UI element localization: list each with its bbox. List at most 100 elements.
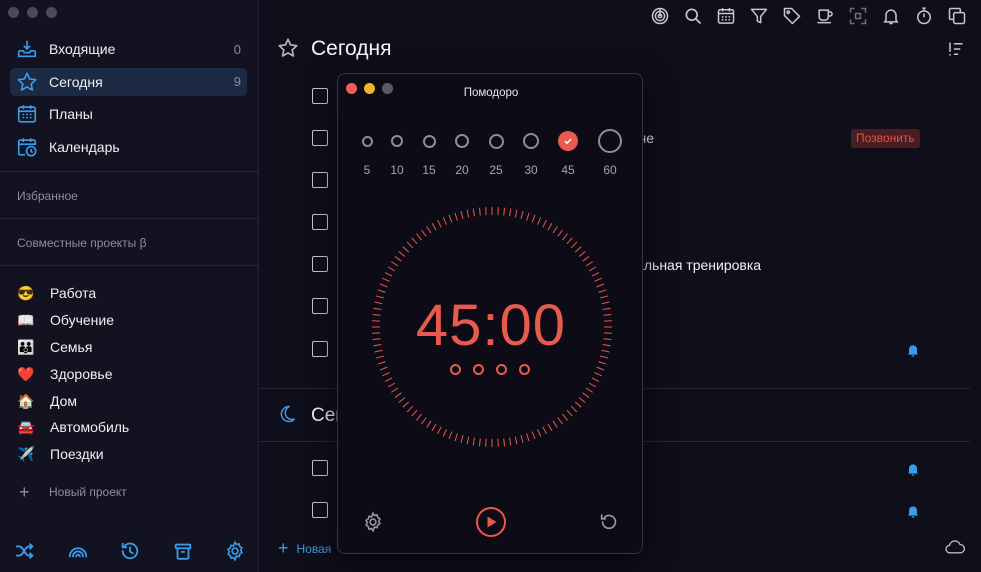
history-icon[interactable] <box>119 540 141 562</box>
dial-tick <box>547 423 553 432</box>
project-item-car[interactable]: 🚘 Автомобиль <box>17 414 129 441</box>
dial-tick <box>594 372 602 377</box>
broadcast-icon[interactable] <box>67 540 89 562</box>
dial-tick <box>570 405 578 413</box>
project-item-family[interactable]: 👪 Семья <box>17 334 129 361</box>
window-controls <box>8 7 57 18</box>
house-emoji-icon: 🏠 <box>17 392 35 409</box>
pomodoro-window: Помодоро 5 10 15 20 25 30 45 60 45:00 <box>337 73 643 554</box>
duration-option[interactable]: 5 <box>352 129 382 177</box>
family-emoji-icon: 👪 <box>17 338 35 355</box>
reminder-bell-icon <box>908 464 918 476</box>
sidebar-item-today[interactable]: Сегодня 9 <box>10 67 247 96</box>
duration-label: 45 <box>561 163 575 177</box>
minimize-window-button[interactable] <box>27 7 38 18</box>
coffee-icon[interactable] <box>815 6 835 26</box>
trash-icon[interactable] <box>172 540 194 562</box>
duration-option[interactable]: 25 <box>481 129 511 177</box>
dial-tick <box>466 209 470 218</box>
task-checkbox[interactable] <box>312 502 328 518</box>
duration-circle <box>523 133 539 149</box>
bell-icon[interactable] <box>881 6 901 26</box>
task-checkbox[interactable] <box>312 460 328 476</box>
project-item-home[interactable]: 🏠 Дом <box>17 387 129 414</box>
dial-tick <box>582 392 590 398</box>
sidebar-item-inbox[interactable]: Входящие 0 <box>10 35 247 63</box>
sidebar-item-label: Календарь <box>49 138 120 155</box>
task-checkbox[interactable] <box>312 341 328 357</box>
sidebar-item-plans[interactable]: Планы <box>10 100 247 128</box>
duration-circle <box>391 135 403 147</box>
project-item-travel[interactable]: ✈️ Поездки <box>17 441 129 468</box>
new-project-label: Новый проект <box>49 485 127 499</box>
settings-gear-icon[interactable] <box>362 511 384 533</box>
task-checkbox[interactable] <box>312 298 328 314</box>
sidebar-item-label: Входящие <box>49 41 116 57</box>
radar-icon[interactable] <box>650 6 670 26</box>
dial-tick <box>509 208 512 217</box>
sidebar-item-count: 0 <box>233 41 241 57</box>
calendar-icon[interactable] <box>716 6 736 26</box>
cloud-sync-icon[interactable] <box>945 539 965 555</box>
project-label: Работа <box>50 285 97 302</box>
sidebar: Входящие 0 Сегодня 9 Планы Календарь Изб… <box>0 0 259 572</box>
task-tag[interactable]: Позвонить <box>851 129 920 148</box>
round-indicator <box>450 364 461 375</box>
new-project-button[interactable]: + Новый проект <box>19 483 127 501</box>
reset-icon[interactable] <box>598 511 620 533</box>
dial-tick <box>585 261 593 267</box>
dial-tick <box>431 222 437 231</box>
project-item-work[interactable]: 😎 Работа <box>17 280 129 307</box>
task-checkbox[interactable] <box>312 214 328 230</box>
duration-option[interactable]: 20 <box>447 129 477 177</box>
search-icon[interactable] <box>683 6 703 26</box>
dial-tick <box>406 241 414 249</box>
stopwatch-icon[interactable] <box>914 6 934 26</box>
dial-tick <box>384 272 393 277</box>
duration-option-selected[interactable]: 45 <box>553 129 583 177</box>
project-label: Семья <box>50 338 93 355</box>
dial-tick <box>391 261 399 267</box>
dial-tick <box>478 438 481 447</box>
dial-tick <box>454 212 458 221</box>
duration-option[interactable]: 10 <box>382 129 412 177</box>
gear-icon[interactable] <box>224 540 246 562</box>
zoom-window-button[interactable] <box>46 7 57 18</box>
play-icon[interactable] <box>475 506 507 538</box>
dial-tick <box>588 382 597 388</box>
sidebar-item-label: Планы <box>49 106 93 122</box>
dial-tick <box>411 409 418 417</box>
copy-icon[interactable] <box>947 6 967 26</box>
top-toolbar <box>650 6 967 26</box>
task-checkbox[interactable] <box>312 130 328 146</box>
dial-tick <box>466 436 470 445</box>
shared-projects-header[interactable]: Совместные проекты β <box>17 236 147 250</box>
task-checkbox[interactable] <box>312 88 328 104</box>
close-window-button[interactable] <box>8 7 19 18</box>
dial-tick <box>514 209 518 218</box>
dial-tick <box>402 246 410 253</box>
dial-tick <box>448 214 453 223</box>
dial-tick <box>542 426 547 435</box>
project-label: Обучение <box>50 312 115 329</box>
project-item-study[interactable]: 📖 Обучение <box>17 307 129 334</box>
task-checkbox[interactable] <box>312 256 328 272</box>
filter-icon[interactable] <box>749 6 769 26</box>
duration-option[interactable]: 15 <box>414 129 444 177</box>
book-emoji-icon: 📖 <box>17 312 35 329</box>
duration-option[interactable]: 60 <box>595 129 625 177</box>
duration-option[interactable]: 30 <box>516 129 546 177</box>
shuffle-icon[interactable] <box>14 540 36 562</box>
sidebar-item-calendar[interactable]: Календарь <box>10 133 247 161</box>
new-task-button[interactable]: + Новая <box>278 538 331 559</box>
project-item-health[interactable]: ❤️ Здоровье <box>17 360 129 387</box>
dial-tick <box>406 405 414 413</box>
sort-icon[interactable] <box>947 40 965 58</box>
task-checkbox[interactable] <box>312 172 328 188</box>
inbox-icon <box>17 40 37 58</box>
favorites-header[interactable]: Избранное <box>17 189 78 203</box>
focus-icon[interactable] <box>848 6 868 26</box>
reminder-bell-icon <box>908 345 918 357</box>
tag-icon[interactable] <box>782 6 802 26</box>
dial-tick <box>394 392 402 398</box>
